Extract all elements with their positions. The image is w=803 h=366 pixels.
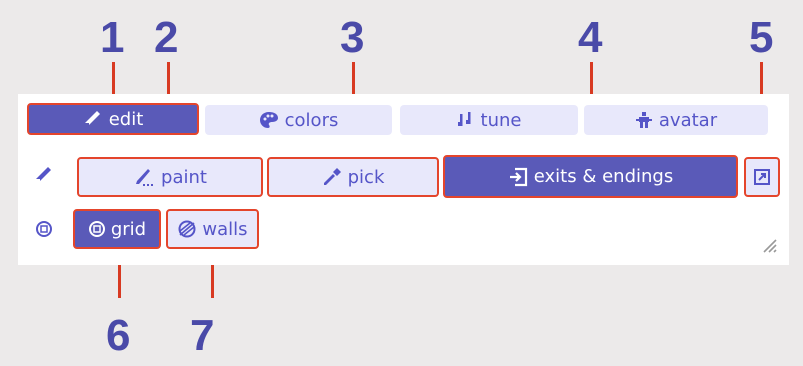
callout-6: 6 [106,311,131,360]
tool-pick[interactable]: pick [267,157,439,197]
person-icon [635,111,653,129]
palette-icon [259,111,279,129]
callout-2: 2 [154,13,179,62]
callout-5: 5 [749,13,774,62]
grid-row-icon [32,217,56,241]
eyedropper-icon [322,167,342,187]
brush-icon [133,167,155,187]
toggle-grid-label: grid [110,218,147,240]
pencil-icon [83,110,103,128]
external-link-icon [754,169,770,185]
tab-tune-label: tune [480,109,522,131]
edit-row-pencil-icon [32,163,56,187]
tab-avatar[interactable]: avatar [584,105,768,135]
callout-7: 7 [190,311,215,360]
tool-pick-label: pick [347,166,385,188]
resize-handle[interactable] [760,236,778,254]
grid-toggle-icon [88,220,106,238]
open-external-button[interactable] [744,157,780,197]
tab-edit[interactable]: edit [27,103,199,135]
toggle-grid[interactable]: grid [73,209,161,249]
music-note-icon [457,111,475,129]
tab-avatar-label: avatar [658,109,718,131]
toggle-walls[interactable]: walls [166,209,259,249]
callout-3: 3 [340,13,365,62]
tool-exits-endings[interactable]: exits & endings [443,155,738,198]
tool-exits-endings-label: exits & endings [533,166,674,187]
tool-paint[interactable]: paint [77,157,263,197]
exit-door-icon [508,167,528,187]
tab-colors[interactable]: colors [205,105,392,135]
walls-icon [177,220,197,238]
tab-colors-label: colors [284,109,339,131]
tab-edit-label: edit [108,108,144,130]
callout-4: 4 [578,13,603,62]
callout-1: 1 [100,13,125,62]
tool-paint-label: paint [161,166,207,188]
toggle-walls-label: walls [202,218,248,240]
tab-tune[interactable]: tune [400,105,578,135]
